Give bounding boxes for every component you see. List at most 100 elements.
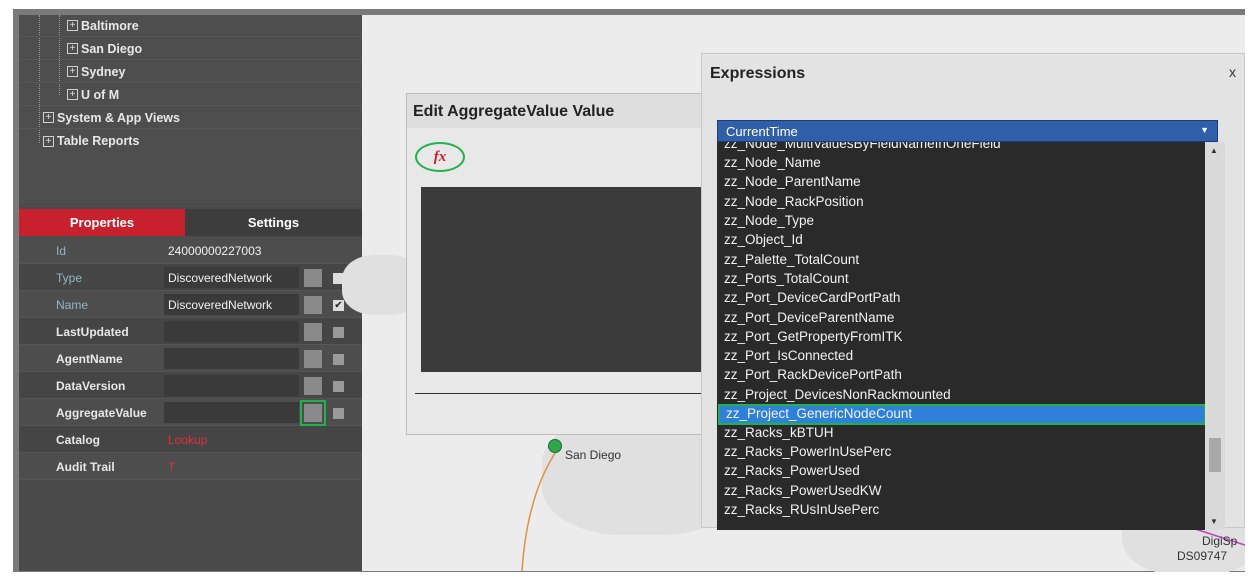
property-label: Id <box>56 244 67 258</box>
list-item[interactable]: zz_Node_ParentName <box>717 173 1205 192</box>
property-value-field[interactable] <box>164 321 299 342</box>
dialog-title: Expressions <box>710 65 806 82</box>
expression-button-highlighted[interactable] <box>300 400 326 426</box>
list-item[interactable]: zz_Racks_PowerUsedKW <box>717 482 1205 501</box>
list-item[interactable]: zz_Racks_kBTUH <box>717 424 1205 443</box>
list-item[interactable]: zz_Node_RackPosition <box>717 193 1205 212</box>
expression-button[interactable] <box>304 296 322 314</box>
chevron-down-icon: ▼ <box>1200 125 1209 135</box>
expression-button[interactable] <box>304 350 322 368</box>
expand-icon[interactable]: + <box>67 89 78 100</box>
property-value-field[interactable]: DiscoveredNetwork <box>164 294 299 315</box>
property-label: Name <box>56 298 89 312</box>
property-checkbox[interactable] <box>333 354 344 365</box>
tree-item-u-of-m[interactable]: + U of M <box>19 84 362 106</box>
list-item[interactable]: zz_Ports_TotalCount <box>717 270 1205 289</box>
list-item[interactable]: zz_Node_Type <box>717 212 1205 231</box>
property-value[interactable]: Lookup <box>164 429 299 450</box>
property-value[interactable]: T <box>164 456 299 477</box>
tree-item-label: U of M <box>81 87 120 102</box>
property-label: Audit Trail <box>56 460 115 474</box>
expression-editor[interactable] <box>421 187 727 372</box>
list-item[interactable]: zz_Project_DevicesNonRackmounted <box>717 386 1205 405</box>
property-value-field[interactable] <box>164 375 299 396</box>
left-panel: + Baltimore + San Diego + Sydney + U of M + S… <box>19 15 362 571</box>
property-row-lastupdated: LastUpdated <box>19 318 362 345</box>
property-checkbox-checked[interactable]: ✔ <box>333 300 344 311</box>
property-label: AggregateValue <box>56 406 147 420</box>
expand-icon[interactable]: + <box>43 112 54 123</box>
list-item[interactable]: zz_Racks_PowerUsed <box>717 462 1205 481</box>
navigation-tree: + Baltimore + San Diego + Sydney + U of M + S… <box>19 15 362 203</box>
edit-value-dialog: Edit AggregateValue Value fx <box>406 93 727 435</box>
property-row-audit-trail: Audit Trail T <box>19 453 362 480</box>
list-item[interactable]: zz_Node_Name <box>717 154 1205 173</box>
map-label-corner: DigiSp <box>1202 534 1238 548</box>
dialog-title: Edit AggregateValue Value <box>407 94 725 128</box>
expand-icon[interactable]: + <box>43 135 54 147</box>
tree-item-label: Table Reports <box>57 134 140 148</box>
expression-button[interactable] <box>304 377 322 395</box>
fx-icon[interactable]: fx <box>415 142 465 172</box>
list-item[interactable]: zz_Object_Id <box>717 231 1205 250</box>
property-label: Catalog <box>56 433 101 447</box>
list-item[interactable]: zz_Port_RackDevicePortPath <box>717 366 1205 385</box>
expression-dropdown-list[interactable]: zz_Node_MultiValuesByFieldNameInOneField… <box>717 142 1225 530</box>
expression-button[interactable] <box>304 269 322 287</box>
expand-icon[interactable]: + <box>67 66 78 77</box>
property-label: DataVersion <box>56 379 126 393</box>
tree-item-system-app-views[interactable]: + System & App Views <box>19 107 362 129</box>
selected-value: CurrentTime <box>726 124 798 139</box>
list-item-selected[interactable]: zz_Project_GenericNodeCount <box>718 404 1206 425</box>
property-value-field[interactable] <box>164 402 299 423</box>
expression-select[interactable]: CurrentTime ▼ <box>717 120 1218 142</box>
list-item[interactable]: zz_Port_IsConnected <box>717 347 1205 366</box>
property-row-id: Id 24000000227003 <box>19 237 362 264</box>
scrollbar-thumb[interactable] <box>1209 438 1221 472</box>
property-row-aggregatevalue: AggregateValue <box>19 399 362 426</box>
property-checkbox[interactable] <box>333 381 344 392</box>
property-value-field[interactable]: DiscoveredNetwork <box>164 267 299 288</box>
scroll-up-icon[interactable]: ▲ <box>1210 146 1218 155</box>
property-label: LastUpdated <box>56 325 129 339</box>
map-label-san-diego: San Diego <box>565 448 622 462</box>
tree-item-san-diego[interactable]: + San Diego <box>19 38 362 60</box>
property-row-catalog: Catalog Lookup <box>19 426 362 453</box>
list-item[interactable]: zz_Node_MultiValuesByFieldNameInOneField <box>717 142 1205 154</box>
list-item[interactable]: zz_Port_GetPropertyFromITK <box>717 328 1205 347</box>
tab-settings[interactable]: Settings <box>185 209 362 236</box>
property-row-agentname: AgentName <box>19 345 362 372</box>
property-label: Type <box>56 271 83 285</box>
property-checkbox[interactable] <box>333 408 344 419</box>
property-label: AgentName <box>56 352 123 366</box>
tree-item-label: System & App Views <box>57 110 180 125</box>
tree-item-label: Baltimore <box>81 18 139 33</box>
scrollbar[interactable]: ▲ ▼ <box>1205 142 1225 530</box>
property-row-name: Name DiscoveredNetwork ✔ <box>19 291 362 318</box>
property-row-type: Type DiscoveredNetwork <box>19 264 362 291</box>
list-item[interactable]: zz_Racks_PowerInUsePerc <box>717 443 1205 462</box>
expand-icon[interactable]: + <box>67 43 78 54</box>
map-label-corner: DS09747 <box>1177 549 1228 563</box>
property-row-dataversion: DataVersion <box>19 372 362 399</box>
divider <box>415 393 727 394</box>
tab-properties[interactable]: Properties <box>19 209 185 236</box>
tree-item-baltimore[interactable]: + Baltimore <box>19 15 362 37</box>
tree-item-sydney[interactable]: + Sydney <box>19 61 362 83</box>
scroll-down-icon[interactable]: ▼ <box>1210 517 1218 526</box>
expression-button[interactable] <box>304 323 322 341</box>
property-checkbox[interactable] <box>333 327 344 338</box>
tree-item-table-reports[interactable]: + Table Reports <box>19 130 362 152</box>
app-window: + Baltimore + San Diego + Sydney + U of M + S… <box>13 9 1245 572</box>
expressions-dialog: Expressions x CurrentTime ▼ zz_Node_Mult… <box>701 53 1245 530</box>
list-item[interactable]: zz_Palette_TotalCount <box>717 251 1205 270</box>
location-pin-icon[interactable] <box>548 439 562 453</box>
tree-item-label: Sydney <box>81 64 126 79</box>
expand-icon[interactable]: + <box>67 20 78 31</box>
list-item[interactable]: zz_Port_DeviceParentName <box>717 309 1205 328</box>
close-icon[interactable]: x <box>1229 64 1236 80</box>
list-item[interactable]: zz_Racks_RUsInUsePerc <box>717 501 1205 520</box>
list-item[interactable]: zz_Port_DeviceCardPortPath <box>717 289 1205 308</box>
property-value-field[interactable] <box>164 348 299 369</box>
property-value: 24000000227003 <box>168 244 262 258</box>
